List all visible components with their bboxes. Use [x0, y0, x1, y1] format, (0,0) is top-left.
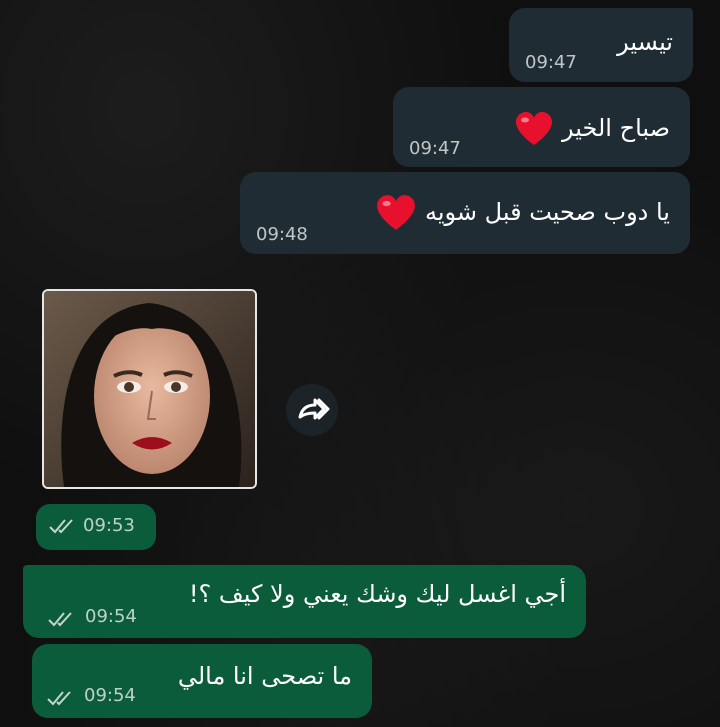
outgoing-message[interactable]: ما تصحى انا مالي 09:54	[32, 644, 372, 718]
image-message[interactable]	[42, 289, 257, 489]
message-text: يا دوب صحيت قبل شويه	[424, 198, 670, 226]
message-time: 09:47	[409, 138, 461, 159]
message-time: 09:48	[256, 224, 308, 245]
heart-icon	[516, 112, 553, 145]
image-timestamp-bubble: 09:53	[36, 504, 156, 550]
double-check-icon	[46, 688, 76, 712]
incoming-message[interactable]: تيسير 09:47	[509, 8, 693, 82]
chat-area: تيسير 09:47 صباح الخير 09:47 يا دوب صحيت…	[0, 0, 720, 727]
message-time: 09:47	[525, 52, 577, 73]
message-time: 09:54	[84, 685, 136, 706]
message-text-wrapper: صباح الخير	[514, 111, 670, 147]
portrait-image	[44, 291, 255, 487]
double-check-icon	[48, 516, 78, 540]
message-time: 09:53	[83, 515, 135, 536]
heart-icon	[377, 195, 416, 230]
outgoing-message[interactable]: أجي اغسل ليك وشك يعني ولا كيف ؟! 09:54	[23, 565, 586, 638]
message-text-wrapper: يا دوب صحيت قبل شويه	[375, 194, 670, 232]
message-text: ما تصحى انا مالي	[177, 662, 352, 690]
incoming-message[interactable]: يا دوب صحيت قبل شويه 09:48	[240, 172, 690, 254]
forward-button[interactable]	[286, 384, 338, 436]
forward-icon	[298, 398, 330, 420]
incoming-message[interactable]: صباح الخير 09:47	[393, 87, 690, 167]
message-time: 09:54	[85, 606, 137, 627]
message-text: أجي اغسل ليك وشك يعني ولا كيف ؟!	[188, 580, 566, 608]
message-text: صباح الخير	[561, 114, 670, 142]
message-text: تيسير	[617, 28, 673, 56]
double-check-icon	[47, 609, 77, 633]
